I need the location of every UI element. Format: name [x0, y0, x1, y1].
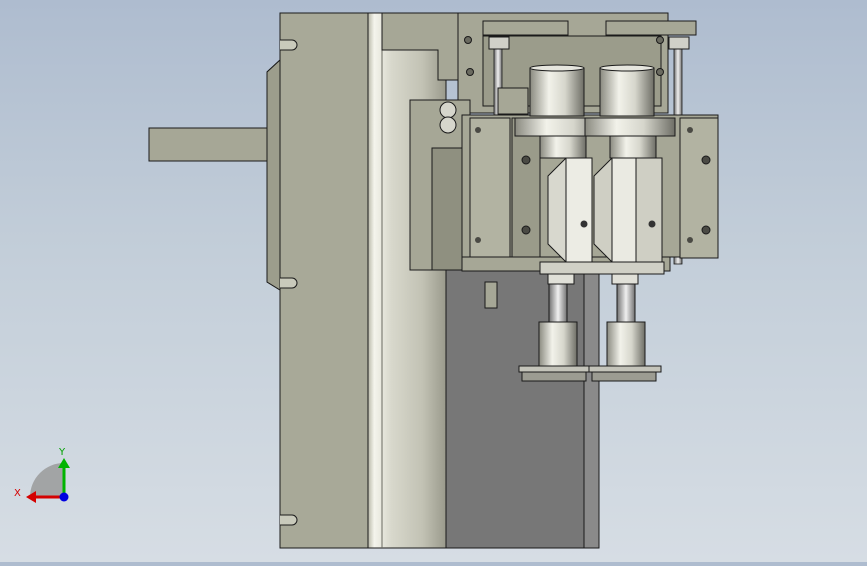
flange-right — [584, 117, 676, 137]
y-axis-label: Y — [58, 447, 66, 458]
left-side-plate — [511, 117, 541, 259]
base-plate-chamfer — [266, 58, 281, 291]
top-bar-left — [482, 20, 569, 36]
assembly-view[interactable]: Y X — [0, 0, 867, 562]
top-bar-right — [605, 20, 697, 36]
piston-rod-left — [548, 283, 568, 323]
foot-plate-right — [588, 365, 662, 373]
cad-3d-viewport[interactable]: Y X — [0, 0, 867, 562]
slot-middle — [280, 277, 298, 289]
carriage-left-rail — [469, 117, 511, 259]
carriage-right-rail — [679, 117, 719, 259]
slot-top — [280, 39, 298, 51]
left-shaft — [148, 127, 282, 162]
rear-housing — [445, 269, 600, 549]
piston-end-right — [606, 321, 646, 368]
x-axis-label: X — [14, 488, 21, 499]
piston-end-left — [538, 321, 578, 368]
piston-rod-right — [616, 283, 636, 323]
rear-housing-side — [583, 269, 600, 549]
top-small-block — [497, 87, 529, 115]
cylinder-neck-left — [539, 135, 587, 159]
main-cylinder — [367, 12, 447, 549]
rod-nut-left — [488, 36, 510, 50]
foot-plate-left — [518, 365, 592, 373]
rod-nut-right — [668, 36, 690, 50]
side-block-inner — [431, 147, 463, 271]
cylinder-neck-right — [609, 135, 657, 159]
cylinder-cap-left — [529, 67, 585, 117]
cylinder-cap-right — [599, 67, 655, 117]
slot-bottom — [280, 514, 298, 526]
axis-triad: Y X — [14, 447, 70, 503]
small-tab — [484, 281, 498, 309]
